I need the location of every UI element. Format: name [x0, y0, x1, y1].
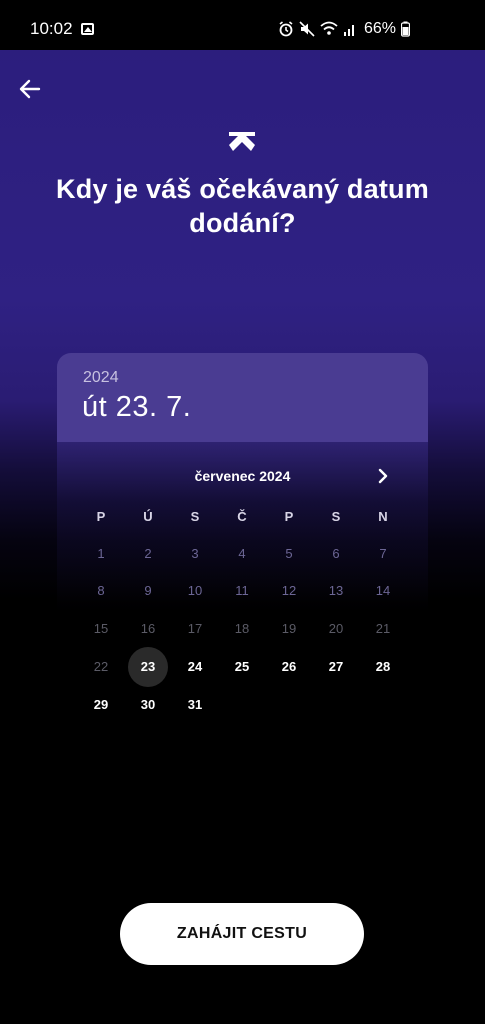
weekday-label: P	[284, 509, 294, 524]
status-time: 10:02	[30, 19, 73, 38]
gallery-icon	[81, 23, 94, 35]
signal-icon	[344, 25, 354, 36]
weekday-label: P	[96, 509, 106, 524]
weekday-label: Č	[237, 509, 247, 524]
calendar-day-disabled: 4	[238, 546, 246, 561]
calendar-day[interactable]: 30	[128, 690, 168, 720]
calendar-week: 8 9 10 11 12 13 14	[78, 576, 407, 606]
next-month-button[interactable]	[373, 466, 393, 486]
calendar-day-disabled: 21	[375, 621, 391, 636]
back-button[interactable]	[16, 76, 44, 102]
calendar-day[interactable]: 26	[269, 652, 309, 682]
weekday-row: P Ú S Č P S N	[78, 502, 407, 532]
status-bar: 10:02 66%	[0, 0, 485, 50]
calendar-day-disabled: 11	[235, 583, 249, 598]
calendar-day-selected[interactable]: 23	[128, 647, 168, 687]
page-title: Kdy je váš očekávaný datum dodání?	[56, 174, 429, 238]
calendar-day-disabled: 10	[187, 583, 203, 598]
wifi-icon	[320, 21, 338, 35]
weekday-label: S	[190, 509, 200, 524]
calendar-day-disabled: 17	[187, 621, 203, 636]
alarm-icon	[279, 21, 293, 37]
calendar-week: 1 2 3 4 5 6 7	[78, 539, 407, 569]
mute-icon	[299, 21, 315, 37]
calendar-day[interactable]: 28	[363, 652, 403, 682]
calendar-week: 15 16 17 18 19 20 21	[78, 614, 407, 644]
calendar-day-disabled: 22	[93, 659, 109, 674]
calendar-day-disabled: 15	[93, 621, 109, 636]
app-logo-icon	[229, 132, 255, 151]
calendar-day-disabled: 3	[191, 546, 199, 561]
calendar-day[interactable]: 31	[175, 690, 215, 720]
chevron-right-icon	[378, 468, 388, 484]
calendar-day-disabled: 7	[379, 546, 387, 561]
calendar-day[interactable]: 25	[222, 652, 262, 682]
calendar-week: 22 23 24 25 26 27 28	[78, 647, 407, 687]
calendar-day[interactable]: 27	[316, 652, 356, 682]
calendar-day-disabled: 20	[328, 621, 344, 636]
calendar-day-disabled: 8	[97, 583, 105, 598]
weekday-label: Ú	[143, 509, 153, 524]
calendar-week: 29 30 31	[78, 690, 407, 720]
calendar-day-disabled: 19	[281, 621, 297, 636]
calendar-day-disabled: 5	[285, 546, 293, 561]
calendar-day-disabled: 9	[144, 583, 152, 598]
weekday-label: S	[331, 509, 341, 524]
calendar-day-disabled: 2	[144, 546, 152, 561]
calendar-day-disabled: 13	[328, 583, 344, 598]
status-icons: 66%	[278, 20, 411, 38]
arrow-left-icon	[19, 79, 41, 99]
calendar-day-disabled: 12	[281, 583, 297, 598]
calendar-day-disabled: 14	[375, 583, 391, 598]
date-picker-header: 2024 út 23. 7.	[57, 353, 428, 442]
battery-icon	[401, 21, 411, 37]
battery-level: 66%	[364, 20, 397, 37]
date-picker: 2024 út 23. 7. červenec 2024 P Ú S Č P S…	[57, 353, 428, 753]
calendar-day-disabled: 16	[140, 621, 156, 636]
calendar-day-disabled: 18	[234, 621, 250, 636]
selected-date: út 23. 7.	[82, 391, 192, 423]
calendar-day[interactable]: 24	[175, 652, 215, 682]
calendar: červenec 2024 P Ú S Č P S N 1 2 3 4 5 6 …	[57, 442, 428, 753]
calendar-day-disabled: 1	[97, 546, 105, 561]
start-journey-button[interactable]: ZAHÁJIT CESTU	[120, 903, 364, 965]
calendar-day-disabled: 6	[332, 546, 340, 561]
weekday-label: N	[378, 509, 388, 524]
calendar-day[interactable]: 29	[81, 690, 121, 720]
selected-year[interactable]: 2024	[83, 369, 119, 387]
